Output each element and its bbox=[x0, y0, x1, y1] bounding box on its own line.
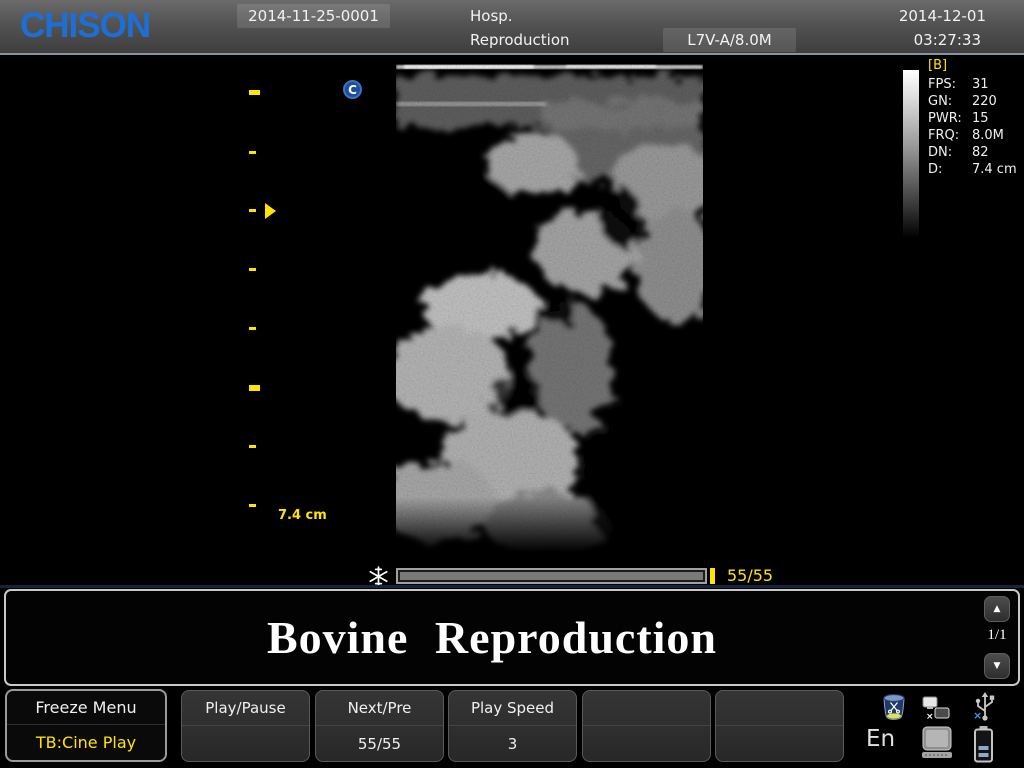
param-label: FRQ: bbox=[928, 127, 972, 144]
freeze-indicator-icon bbox=[368, 566, 389, 587]
cine-position-cursor[interactable] bbox=[710, 568, 715, 584]
comment-panel[interactable]: Bovine Reproduction ▲ 1/1 ▼ bbox=[4, 589, 1020, 686]
param-row: PWR: 15 bbox=[928, 110, 1017, 127]
softkey-value: 3 bbox=[449, 726, 576, 761]
depth-tick bbox=[249, 90, 260, 95]
param-row: DN: 82 bbox=[928, 144, 1017, 161]
system-time: 03:27:33 bbox=[914, 31, 981, 49]
softkey-empty-1[interactable] bbox=[582, 690, 711, 762]
param-label: FPS: bbox=[928, 76, 972, 93]
param-row: D: 7.4 cm bbox=[928, 161, 1017, 178]
header-bar: CHISON 2014-11-25-0001 Hosp. Reproductio… bbox=[0, 0, 1024, 55]
cine-frame-counter: 55/55 bbox=[727, 566, 773, 585]
grayscale-map-bar bbox=[903, 70, 919, 238]
hospital-label: Hosp. bbox=[470, 7, 513, 25]
image-parameters-panel: [B] FPS: 31 GN: 220 PWR: 15 FRQ: 8.0M DN… bbox=[928, 58, 1017, 178]
depth-value-label: 7.4 cm bbox=[278, 508, 327, 523]
softkey-play-pause[interactable]: Play/Pause bbox=[181, 690, 310, 762]
param-value: 8.0M bbox=[972, 127, 1004, 144]
param-value: 31 bbox=[972, 76, 989, 93]
param-row: GN: 220 bbox=[928, 93, 1017, 110]
exam-title: Bovine Reproduction bbox=[6, 591, 978, 684]
ultrasound-screen: CHISON 2014-11-25-0001 Hosp. Reproductio… bbox=[0, 0, 1024, 768]
depth-tick bbox=[249, 209, 256, 212]
softkey-empty-2[interactable] bbox=[715, 690, 844, 762]
battery-status-icon bbox=[972, 725, 995, 763]
softkey-value bbox=[716, 726, 843, 761]
page-down-button[interactable]: ▼ bbox=[984, 653, 1010, 679]
depth-tick bbox=[249, 268, 256, 271]
param-value: 82 bbox=[972, 144, 989, 161]
depth-tick bbox=[249, 151, 256, 154]
workstation-icon bbox=[920, 726, 954, 760]
svg-text:×: × bbox=[973, 709, 982, 722]
depth-tick bbox=[249, 327, 256, 330]
softkey-value: 55/55 bbox=[316, 726, 443, 761]
param-label: GN: bbox=[928, 93, 972, 110]
brand-logo: CHISON bbox=[20, 6, 150, 46]
ultrasound-image bbox=[396, 62, 703, 552]
usb-status-icon: × bbox=[972, 691, 998, 722]
param-row: FRQ: 8.0M bbox=[928, 127, 1017, 144]
softkey-label: Next/Pre bbox=[316, 691, 443, 726]
probe-frequency-label: L7V-A/8.0M bbox=[663, 28, 796, 52]
freeze-menu-button[interactable]: Freeze Menu TB:Cine Play bbox=[5, 689, 167, 762]
bodymark-icon: C bbox=[343, 80, 362, 99]
softkey-value bbox=[182, 726, 309, 761]
patient-id: 2014-11-25-0001 bbox=[237, 4, 390, 28]
depth-tick bbox=[249, 504, 256, 507]
param-value: 15 bbox=[972, 110, 989, 127]
softkey-value bbox=[583, 726, 710, 761]
softkey-label bbox=[583, 691, 710, 726]
param-label: D: bbox=[928, 161, 972, 178]
param-value: 220 bbox=[972, 93, 997, 110]
cine-progress-bar[interactable] bbox=[396, 568, 707, 584]
trackball-function-label: TB:Cine Play bbox=[7, 725, 165, 759]
page-indicator: 1/1 bbox=[982, 627, 1012, 644]
softkey-label bbox=[716, 691, 843, 726]
param-row: FPS: 31 bbox=[928, 76, 1017, 93]
freeze-menu-label: Freeze Menu bbox=[7, 691, 165, 725]
softkey-play-speed[interactable]: Play Speed 3 bbox=[448, 690, 577, 762]
language-indicator: En bbox=[866, 726, 895, 752]
arrow-down-icon: ▼ bbox=[994, 661, 1001, 671]
focus-position-marker bbox=[265, 203, 276, 219]
system-date: 2014-12-01 bbox=[899, 7, 986, 25]
recycle-bin-icon bbox=[881, 693, 907, 721]
depth-tick bbox=[249, 385, 260, 391]
depth-tick bbox=[249, 445, 256, 448]
mode-indicator: [B] bbox=[928, 58, 1017, 73]
exam-type-label: Reproduction bbox=[470, 31, 570, 49]
param-value: 7.4 cm bbox=[972, 161, 1017, 178]
network-status-icon: × bbox=[922, 696, 951, 722]
arrow-up-icon: ▲ bbox=[994, 604, 1001, 614]
separator-line bbox=[0, 585, 1024, 588]
param-label: PWR: bbox=[928, 110, 972, 127]
softkey-next-pre[interactable]: Next/Pre 55/55 bbox=[315, 690, 444, 762]
svg-text:×: × bbox=[926, 712, 934, 722]
page-up-button[interactable]: ▲ bbox=[984, 596, 1010, 622]
softkey-label: Play Speed bbox=[449, 691, 576, 726]
softkey-label: Play/Pause bbox=[182, 691, 309, 726]
param-label: DN: bbox=[928, 144, 972, 161]
